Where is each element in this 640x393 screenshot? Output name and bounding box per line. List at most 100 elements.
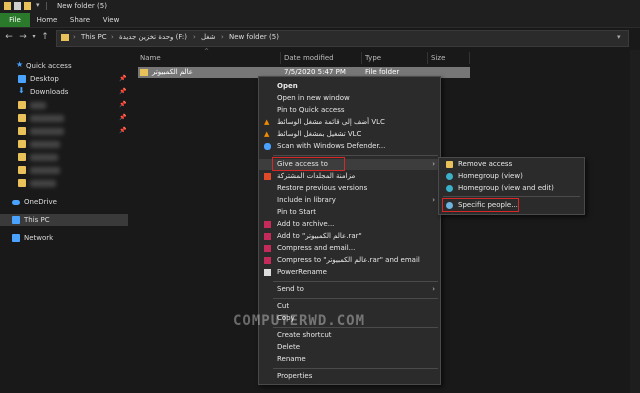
scrollbar[interactable] (630, 50, 640, 393)
address-bar[interactable]: › This PC › وحدة تخزين جديدة (F:) › شغل … (56, 30, 629, 47)
column-divider[interactable] (469, 52, 470, 64)
submenu-remove-access[interactable]: Remove access (439, 159, 584, 170)
folder-icon (18, 140, 26, 148)
menu-label: Properties (277, 372, 313, 380)
menu-rename[interactable]: Rename (259, 354, 440, 365)
folder-icon (18, 101, 26, 109)
menu-send-to[interactable]: Send to › (259, 284, 440, 295)
menu-restore-versions[interactable]: Restore previous versions (259, 183, 440, 194)
nav-label: Downloads (30, 88, 69, 96)
folder-icon (61, 34, 69, 41)
nav-quick-access[interactable]: ★ Quick access (0, 60, 128, 72)
column-divider[interactable] (280, 52, 281, 64)
blurred-label (30, 154, 58, 161)
menu-properties[interactable]: Properties (259, 371, 440, 382)
chevron-down-icon[interactable]: ▾ (617, 33, 621, 41)
pin-icon[interactable]: 📌 (119, 86, 126, 98)
pin-icon[interactable]: 📌 (119, 99, 126, 111)
column-divider[interactable] (427, 52, 428, 64)
forward-arrow-icon[interactable]: → (18, 32, 28, 42)
menu-create-shortcut[interactable]: Create shortcut (259, 330, 440, 341)
menu-powerrename[interactable]: PowerRename (259, 267, 440, 278)
column-size[interactable]: Size (431, 52, 445, 64)
desktop-icon (18, 75, 26, 83)
new-folder-icon[interactable] (24, 2, 31, 10)
menu-vlc-add-playlist[interactable]: ▲ أضف إلى قائمة مشغل الوسائط VLC (259, 117, 440, 128)
menu-separator (273, 368, 438, 369)
menu-add-rar[interactable]: Add to "عالم الكمبيوتر.rar" (259, 231, 440, 242)
breadcrumb-drive[interactable]: وحدة تخزين جديدة (F:) (119, 33, 187, 41)
menu-label: Send to (277, 285, 304, 293)
folder-icon (18, 127, 26, 135)
menu-add-archive[interactable]: Add to archive... (259, 219, 440, 230)
menu-label: Compress and email... (277, 244, 356, 252)
menu-compress-rar-email[interactable]: Compress to "عالم الكمبيوتر.rar" and ema… (259, 255, 440, 266)
tab-view[interactable]: View (100, 13, 122, 27)
nav-blurred-item[interactable] (0, 138, 128, 150)
tab-share[interactable]: Share (66, 13, 94, 27)
folder-icon (18, 179, 26, 187)
properties-icon[interactable] (14, 2, 21, 10)
vlc-icon: ▲ (264, 130, 270, 138)
menu-label: Include in library (277, 196, 336, 204)
nav-blurred-item[interactable]: 📌 (0, 112, 128, 124)
nav-blurred-item[interactable] (0, 177, 128, 189)
folder-icon (18, 153, 26, 161)
pin-icon[interactable]: 📌 (119, 112, 126, 124)
homegroup-icon (446, 173, 453, 180)
chevron-down-icon[interactable]: ▾ (36, 1, 43, 9)
nav-blurred-item[interactable]: 📌 (0, 125, 128, 137)
chevron-right-icon: › (432, 285, 435, 293)
submenu-homegroup-view-edit[interactable]: Homegroup (view and edit) (439, 183, 584, 194)
menu-label: Pin to Start (277, 208, 317, 216)
menu-separator (273, 298, 438, 299)
pin-icon[interactable]: 📌 (119, 73, 126, 85)
highlight-box (272, 157, 345, 171)
blurred-label (30, 128, 64, 135)
network-icon (12, 234, 20, 242)
menu-include-library[interactable]: Include in library › (259, 195, 440, 206)
menu-cut[interactable]: Cut (259, 301, 440, 312)
menu-pin-start[interactable]: Pin to Start (259, 207, 440, 218)
menu-sync-shared[interactable]: مزامنة المجلدات المشتركة (259, 171, 440, 182)
nav-this-pc[interactable]: This PC (0, 214, 128, 226)
powerrename-icon (264, 269, 271, 276)
nav-blurred-item[interactable]: 📌 (0, 99, 128, 111)
nav-blurred-item[interactable] (0, 151, 128, 163)
nav-onedrive[interactable]: OneDrive (0, 196, 128, 208)
up-arrow-icon[interactable]: ↑ (40, 32, 50, 42)
menu-pin-quick-access[interactable]: Pin to Quick access (259, 105, 440, 116)
menu-delete[interactable]: Delete (259, 342, 440, 353)
winrar-icon (264, 257, 271, 264)
menu-open-new-window[interactable]: Open in new window (259, 93, 440, 104)
title-divider (46, 2, 47, 10)
column-divider[interactable] (361, 52, 362, 64)
breadcrumb-folder[interactable]: شغل (201, 33, 216, 41)
title-bar: ▾ New folder (5) (0, 0, 640, 13)
breadcrumb-separator: › (193, 33, 196, 41)
menu-scan-defender[interactable]: Scan with Windows Defender... (259, 141, 440, 152)
window-title: New folder (5) (57, 2, 107, 10)
breadcrumb-current[interactable]: New folder (5) (229, 33, 279, 41)
menu-compress-email[interactable]: Compress and email... (259, 243, 440, 254)
tab-file[interactable]: File (0, 13, 30, 27)
nav-downloads[interactable]: ⬇ Downloads 📌 (0, 86, 128, 98)
menu-open[interactable]: Open (259, 81, 440, 92)
back-arrow-icon[interactable]: ← (4, 32, 14, 42)
nav-network[interactable]: Network (0, 232, 128, 244)
column-name[interactable]: Name (140, 52, 161, 64)
menu-label: Open (277, 82, 298, 90)
pin-icon[interactable]: 📌 (119, 125, 126, 137)
column-type[interactable]: Type (365, 52, 381, 64)
sort-up-icon: ^ (204, 48, 210, 55)
menu-label: Rename (277, 355, 306, 363)
nav-desktop[interactable]: Desktop 📌 (0, 73, 128, 85)
column-date[interactable]: Date modified (284, 52, 334, 64)
submenu-homegroup-view[interactable]: Homegroup (view) (439, 171, 584, 182)
breadcrumb-this-pc[interactable]: This PC (81, 33, 107, 41)
menu-vlc-play[interactable]: ▲ تشغيل بمشغل الوسائط VLC (259, 129, 440, 140)
chevron-down-icon[interactable]: ▾ (29, 32, 39, 42)
nav-blurred-item[interactable] (0, 164, 128, 176)
tab-home[interactable]: Home (34, 13, 60, 27)
star-icon: ★ (16, 60, 24, 69)
